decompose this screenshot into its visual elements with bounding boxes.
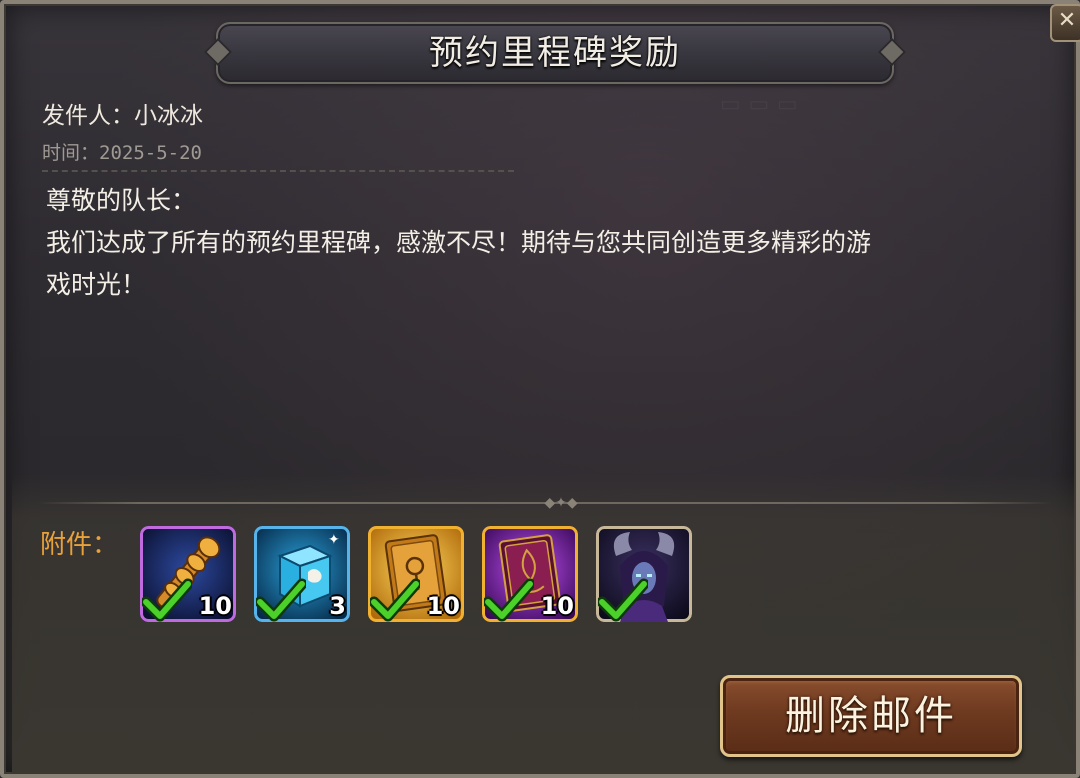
item-quantity: 10 — [426, 592, 460, 620]
attachment-item[interactable]: 10 — [140, 526, 236, 622]
title-bar: 预约里程碑奖励 — [203, 22, 907, 84]
delete-mail-button[interactable]: 删除邮件 — [720, 675, 1022, 757]
close-icon: ✕ — [1057, 8, 1077, 33]
item-quantity: 10 — [198, 592, 232, 620]
item-quantity: 3 — [329, 592, 346, 620]
attachment-item[interactable]: 10 — [482, 526, 578, 622]
claimed-check-icon — [370, 578, 420, 622]
attachment-item[interactable] — [596, 526, 692, 622]
mail-time: 时间：2025-5-20 — [42, 142, 202, 164]
claimed-check-icon — [484, 578, 534, 622]
item-quantity: 10 — [540, 592, 574, 620]
mail-dialog: ▭ ▭ ▭ 预约里程碑奖励 ✕ 发件人：小冰冰 时间：2025-5-20 尊敬的… — [0, 0, 1080, 778]
svg-text:✦: ✦ — [328, 532, 340, 548]
header-separator — [42, 170, 514, 172]
attachments-label: 附件： — [40, 530, 119, 560]
close-button[interactable]: ✕ — [1050, 4, 1080, 42]
mail-body: 尊敬的队长： 我们达成了所有的预约里程碑，感激不尽！期待与您共同创造更多精彩的游… — [46, 186, 872, 299]
attachment-item[interactable]: 10 — [368, 526, 464, 622]
claimed-check-icon — [598, 578, 648, 622]
attachment-item[interactable]: ✦ 3 — [254, 526, 350, 622]
divider-ornament-icon: ◆✦◆ — [544, 495, 578, 511]
claimed-check-icon — [256, 578, 306, 622]
mail-title: 预约里程碑奖励 — [429, 33, 681, 73]
background-decoration: ▭ ▭ ▭ — [720, 92, 798, 117]
mail-sender: 发件人：小冰冰 — [42, 103, 203, 129]
claimed-check-icon — [142, 578, 192, 622]
